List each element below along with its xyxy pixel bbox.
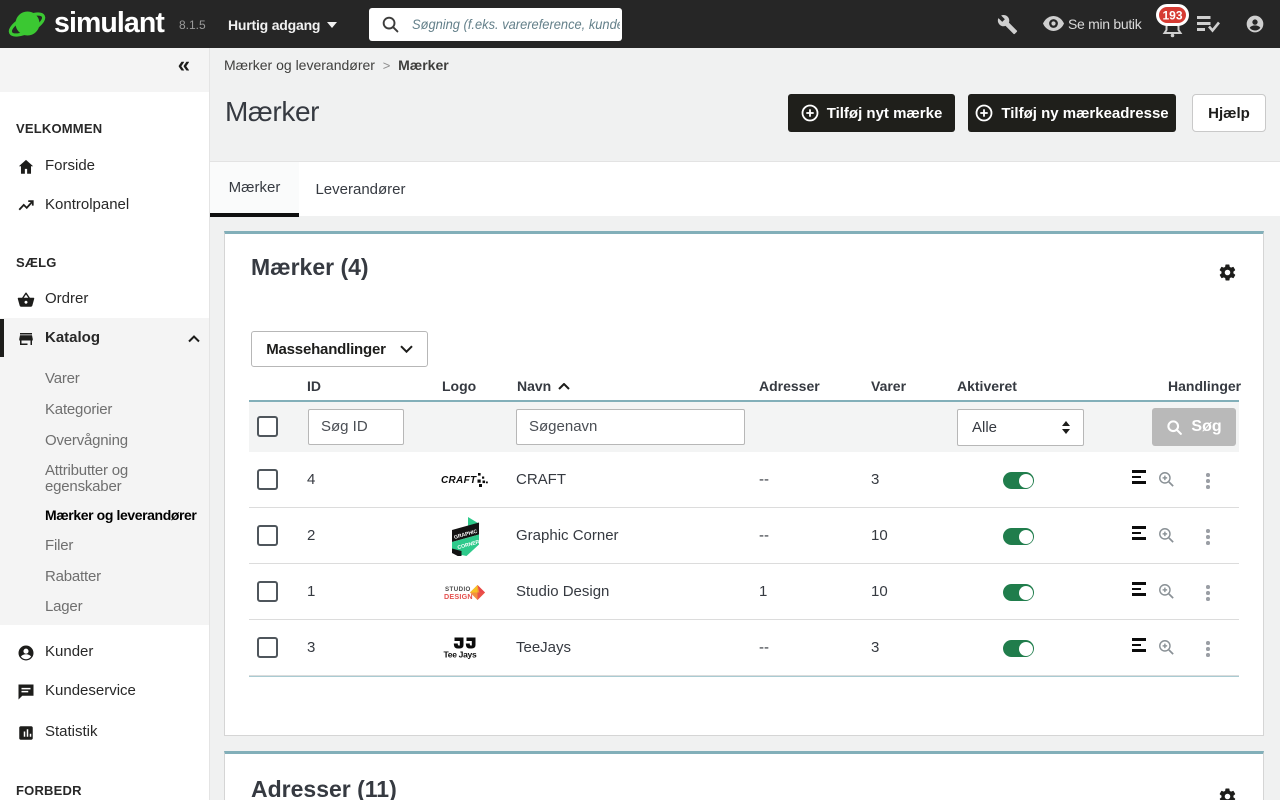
svg-text:DESIGN: DESIGN — [444, 592, 473, 601]
svg-text:Tee Jays: Tee Jays — [444, 650, 477, 660]
svg-text:CRAFT: CRAFT — [441, 475, 477, 486]
svg-text:193: 193 — [1162, 9, 1182, 23]
